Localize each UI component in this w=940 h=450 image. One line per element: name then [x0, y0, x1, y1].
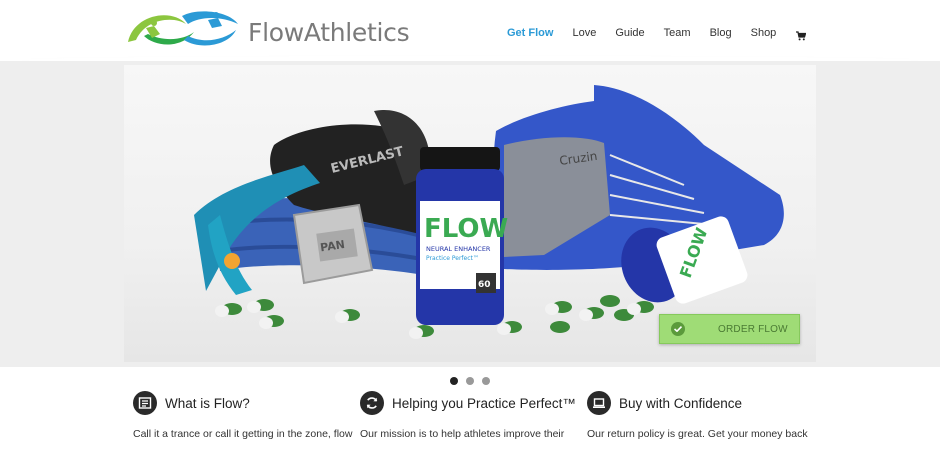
bottle-count-text: 60 — [478, 280, 491, 290]
feature-title: Buy with Confidence — [619, 396, 743, 411]
bottle-tagline-text: Practice Perfect™ — [426, 255, 479, 262]
bottle-subtitle-text: NEURAL ENHANCER — [426, 245, 491, 253]
feature-title: Helping you Practice Perfect™ — [392, 396, 576, 411]
slider-dot-1[interactable] — [450, 377, 458, 385]
nav-item-love[interactable]: Love — [572, 27, 596, 39]
brand-logo[interactable]: FlowAthletics — [124, 6, 410, 56]
slider-dot-3[interactable] — [482, 377, 490, 385]
brand-name: FlowAthletics — [248, 18, 410, 47]
check-circle-icon — [671, 322, 685, 336]
main-nav: Get Flow Love Guide Team Blog Shop — [507, 27, 795, 39]
nav-item-guide[interactable]: Guide — [615, 27, 644, 39]
slider-pagination — [450, 377, 498, 385]
feature-text: Our return policy is great. Get your mon… — [587, 428, 808, 440]
laptop-icon — [587, 391, 611, 415]
feature-text: Our mission is to help athletes improve … — [360, 428, 565, 440]
nav-item-team[interactable]: Team — [664, 27, 691, 39]
flow-athletics-logo-icon — [128, 11, 238, 46]
shopping-cart-icon[interactable] — [796, 28, 807, 41]
site-header: FlowAthletics Get Flow Love Guide Team B… — [0, 0, 940, 60]
newspaper-icon — [133, 391, 157, 415]
nav-item-blog[interactable]: Blog — [710, 27, 732, 39]
feature-text: Call it a trance or call it getting in t… — [133, 428, 353, 440]
nav-item-shop[interactable]: Shop — [751, 27, 777, 39]
feature-title: What is Flow? — [165, 396, 250, 411]
order-flow-button[interactable]: ORDER FLOW — [659, 314, 800, 344]
order-flow-label: ORDER FLOW — [718, 324, 788, 335]
refresh-icon — [360, 391, 384, 415]
nav-item-get-flow[interactable]: Get Flow — [507, 27, 553, 39]
slider-dot-2[interactable] — [466, 377, 474, 385]
bottle-brand-text: FLOW — [424, 214, 508, 244]
